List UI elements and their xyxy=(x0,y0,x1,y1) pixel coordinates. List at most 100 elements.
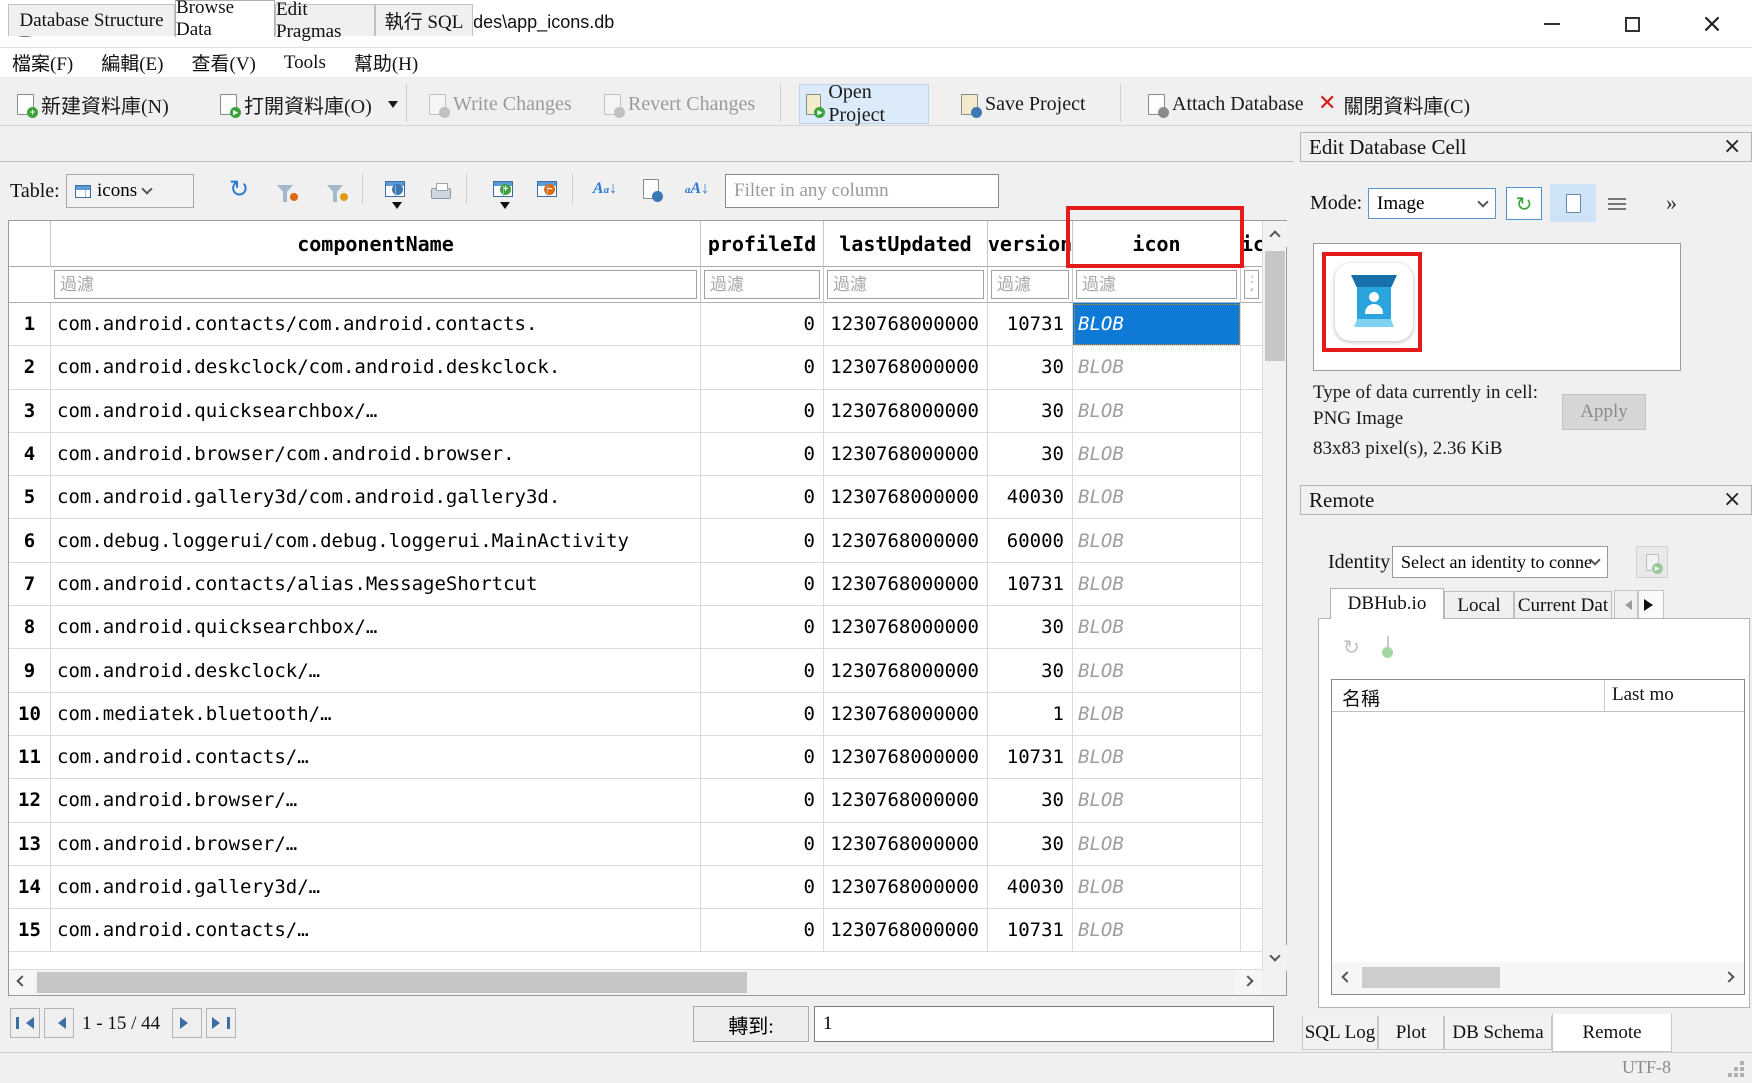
grid-cell-version[interactable]: 10731 xyxy=(988,736,1073,779)
grid-cell-componentname[interactable]: com.android.deskclock/com.android.deskcl… xyxy=(51,346,701,389)
grid-cell-lastupdated[interactable]: 1230768000000 xyxy=(824,303,988,346)
dock-tab-plot[interactable]: Plot xyxy=(1378,1016,1444,1050)
column-header-lastupdated[interactable]: lastUpdated xyxy=(824,221,988,267)
save-table-button[interactable] xyxy=(378,172,412,206)
remote-tab-current-database[interactable]: Current Dat xyxy=(1514,591,1612,619)
grid-cell-version[interactable]: 10731 xyxy=(988,909,1073,952)
grid-cell-componentname[interactable]: com.android.browser/… xyxy=(51,823,701,866)
grid-cell-componentname[interactable]: com.android.quicksearchbox/… xyxy=(51,606,701,649)
grid-cell-partial[interactable] xyxy=(1241,779,1263,822)
grid-cell-profileid[interactable]: 0 xyxy=(701,476,824,519)
horizontal-scrollbar[interactable] xyxy=(9,969,1262,995)
grid-cell-icon[interactable]: BLOB xyxy=(1073,736,1241,779)
previous-page-button[interactable] xyxy=(44,1008,74,1038)
grid-cell-profileid[interactable]: 0 xyxy=(701,779,824,822)
remote-tab-dbhub[interactable]: DBHub.io xyxy=(1330,588,1444,619)
filter-componentname-input[interactable] xyxy=(54,270,697,299)
filter-profileid-input[interactable] xyxy=(704,270,820,299)
tab-browse-data[interactable]: Browse Data xyxy=(175,0,275,37)
scroll-right-button[interactable] xyxy=(1235,970,1261,995)
grid-cell-version[interactable]: 30 xyxy=(988,390,1073,433)
grid-cell-profileid[interactable]: 0 xyxy=(701,519,824,562)
grid-cell-version[interactable]: 10731 xyxy=(988,563,1073,606)
column-header-profileid[interactable]: profileId xyxy=(701,221,824,267)
grid-cell-profileid[interactable]: 0 xyxy=(701,563,824,606)
grid-cell-partial[interactable] xyxy=(1241,563,1263,606)
scroll-right-button[interactable] xyxy=(1716,966,1742,991)
column-header-componentname[interactable]: componentName xyxy=(51,221,701,267)
row-number-cell[interactable]: 1 xyxy=(9,303,51,346)
grid-cell-componentname[interactable]: com.android.browser/… xyxy=(51,779,701,822)
grid-cell-partial[interactable] xyxy=(1241,519,1263,562)
grid-cell-componentname[interactable]: com.android.gallery3d/… xyxy=(51,866,701,909)
grid-cell-componentname[interactable]: com.android.browser/com.android.browser. xyxy=(51,433,701,476)
grid-cell-componentname[interactable]: com.android.deskclock/… xyxy=(51,649,701,692)
grid-cell-componentname[interactable]: com.android.contacts/… xyxy=(51,909,701,952)
open-project-button[interactable]: ▸ Open Project xyxy=(799,84,929,124)
filter-version-input[interactable] xyxy=(991,270,1069,299)
resize-grip[interactable] xyxy=(1740,1061,1744,1065)
grid-cell-lastupdated[interactable]: 1230768000000 xyxy=(824,909,988,952)
minimize-button[interactable] xyxy=(1532,8,1572,40)
new-database-button[interactable]: + 新建資料庫(N) xyxy=(11,88,175,120)
grid-cell-partial[interactable] xyxy=(1241,606,1263,649)
row-number-cell[interactable]: 3 xyxy=(9,390,51,433)
attach-database-button[interactable]: Attach Database xyxy=(1142,88,1310,120)
grid-cell-componentname[interactable]: com.android.contacts/com.android.contact… xyxy=(51,303,701,346)
grid-cell-componentname[interactable]: com.android.gallery3d/com.android.galler… xyxy=(51,476,701,519)
scroll-down-button[interactable] xyxy=(1263,945,1287,971)
grid-cell-componentname[interactable]: com.debug.loggerui/com.debug.loggerui.Ma… xyxy=(51,519,701,562)
grid-cell-profileid[interactable]: 0 xyxy=(701,346,824,389)
grid-cell-lastupdated[interactable]: 1230768000000 xyxy=(824,693,988,736)
grid-cell-icon[interactable]: BLOB xyxy=(1073,433,1241,476)
grid-cell-partial[interactable] xyxy=(1241,346,1263,389)
vertical-scroll-thumb[interactable] xyxy=(1265,251,1285,361)
grid-cell-componentname[interactable]: com.android.contacts/alias.MessageShortc… xyxy=(51,563,701,606)
maximize-button[interactable] xyxy=(1612,8,1652,40)
remote-tab-local[interactable]: Local xyxy=(1444,591,1514,619)
grid-cell-partial[interactable] xyxy=(1241,823,1263,866)
menu-help[interactable]: 幫助(H) xyxy=(354,49,418,76)
refresh-button[interactable]: ↻ xyxy=(222,172,256,206)
grid-cell-version[interactable]: 30 xyxy=(988,346,1073,389)
identity-selector[interactable]: Select an identity to conne xyxy=(1392,546,1608,578)
mode-selector[interactable]: Image xyxy=(1368,188,1496,219)
remote-list-column-lastmodified[interactable]: Last mo xyxy=(1612,684,1744,706)
grid-cell-version[interactable]: 30 xyxy=(988,433,1073,476)
grid-cell-lastupdated[interactable]: 1230768000000 xyxy=(824,736,988,779)
close-panel-icon[interactable]: × xyxy=(1723,136,1741,158)
grid-cell-partial[interactable] xyxy=(1241,909,1263,952)
row-number-header[interactable] xyxy=(9,221,51,267)
last-page-button[interactable] xyxy=(206,1008,236,1038)
grid-cell-icon-selected[interactable]: BLOB xyxy=(1073,303,1241,346)
open-database-button[interactable]: ▸ 打開資料庫(O) xyxy=(214,88,378,120)
grid-cell-partial[interactable] xyxy=(1241,476,1263,519)
grid-cell-partial[interactable] xyxy=(1241,693,1263,736)
save-table-dropdown-arrow[interactable] xyxy=(392,202,402,214)
grid-cell-profileid[interactable]: 0 xyxy=(701,736,824,779)
global-filter-input[interactable] xyxy=(725,174,999,208)
grid-cell-icon[interactable]: BLOB xyxy=(1073,866,1241,909)
tab-execute-sql[interactable]: 執行 SQL xyxy=(375,4,473,36)
grid-cell-lastupdated[interactable]: 1230768000000 xyxy=(824,563,988,606)
row-number-cell[interactable]: 6 xyxy=(9,519,51,562)
grid-cell-version[interactable]: 60000 xyxy=(988,519,1073,562)
tab-edit-pragmas[interactable]: Edit Pragmas xyxy=(275,4,375,36)
sort-descending-button[interactable]: aA↓ xyxy=(680,172,714,206)
grid-cell-version[interactable]: 40030 xyxy=(988,866,1073,909)
close-panel-icon[interactable]: × xyxy=(1723,489,1741,511)
grid-cell-partial[interactable] xyxy=(1241,649,1263,692)
menu-file[interactable]: 檔案(F) xyxy=(12,49,73,76)
row-number-cell[interactable]: 9 xyxy=(9,649,51,692)
row-number-cell[interactable]: 8 xyxy=(9,606,51,649)
row-number-cell[interactable]: 13 xyxy=(9,823,51,866)
sort-ascending-button[interactable]: Aa↓ xyxy=(588,172,622,206)
grid-cell-profileid[interactable]: 0 xyxy=(701,433,824,476)
grid-cell-profileid[interactable]: 0 xyxy=(701,303,824,346)
save-filter-button[interactable] xyxy=(318,172,352,206)
grid-cell-partial[interactable] xyxy=(1241,390,1263,433)
next-page-button[interactable] xyxy=(172,1008,202,1038)
grid-cell-partial[interactable] xyxy=(1241,303,1263,346)
print-button[interactable] xyxy=(424,172,458,206)
grid-cell-icon[interactable]: BLOB xyxy=(1073,563,1241,606)
